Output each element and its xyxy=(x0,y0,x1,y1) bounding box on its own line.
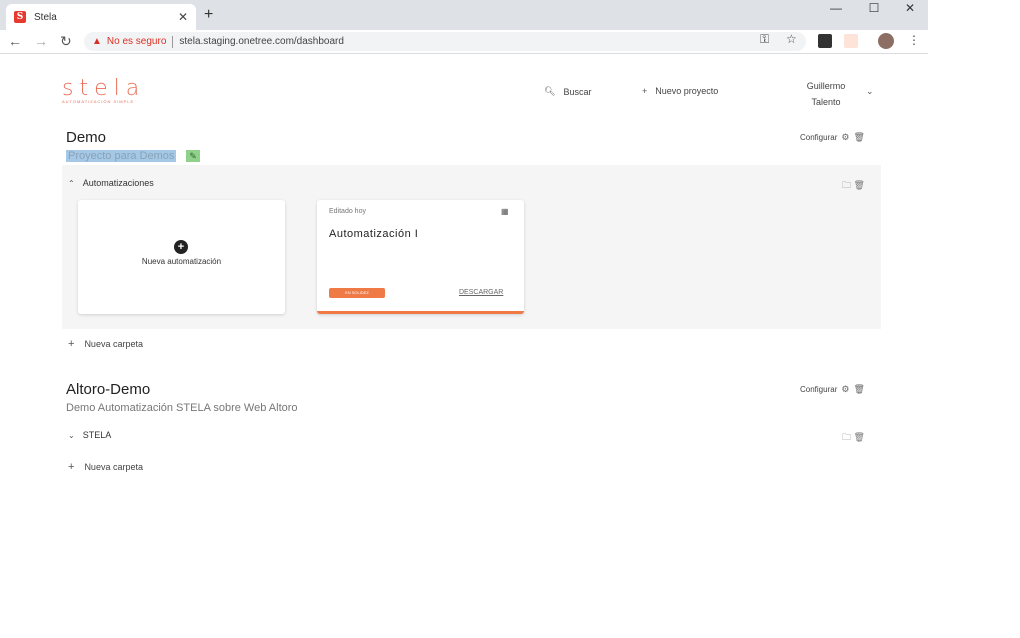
configure-label: Configurar xyxy=(800,385,838,394)
trash-icon[interactable]: 🗑︎ xyxy=(854,432,865,442)
project-description[interactable]: Proyecto para Demos xyxy=(66,150,177,162)
folder-actions: 🗀 🗑︎ xyxy=(842,430,865,446)
configure-label: Configurar xyxy=(800,133,838,142)
gear-icon: ⚙ xyxy=(841,132,850,142)
gear-icon: ⚙ xyxy=(841,384,850,394)
search-label: Buscar xyxy=(563,86,592,97)
folder-actions: 🗀 🗑︎ xyxy=(842,178,865,194)
new-folder-label: Nueva carpeta xyxy=(84,462,143,472)
divider xyxy=(172,35,174,48)
automation-name: Automatización I xyxy=(329,228,419,240)
plus-icon: + xyxy=(68,338,75,350)
folder-icon[interactable]: 🗀 xyxy=(842,432,851,442)
automation-card[interactable]: Editado hoy ▦ Automatización I EN SOLIDE… xyxy=(317,200,524,314)
plus-icon: + xyxy=(642,86,648,96)
folder-header[interactable]: ⌄ STELA xyxy=(68,430,111,440)
folder-icon[interactable]: 🗀 xyxy=(842,180,851,190)
extension-icon[interactable] xyxy=(844,34,858,48)
reload-icon[interactable]: ↻ xyxy=(60,33,72,50)
browser-toolbar: ← → ↻ ▲ No es seguro stela.staging.onetr… xyxy=(0,30,928,54)
security-label[interactable]: No es seguro xyxy=(107,36,166,47)
logo-text: stela xyxy=(62,76,146,101)
browser-menu-icon[interactable]: ⋮ xyxy=(908,33,920,47)
minimize-window-icon[interactable]: — xyxy=(818,0,854,20)
new-folder-button[interactable]: + Nueva carpeta xyxy=(68,338,143,350)
search-button[interactable]: 🔍︎ Buscar xyxy=(544,86,591,97)
browser-tab-strip: S Stela ✕ + — ☐ ✕ xyxy=(0,0,928,30)
folder-header[interactable]: ⌃ Automatizaciones xyxy=(68,178,154,188)
close-tab-icon[interactable]: ✕ xyxy=(178,10,188,24)
warning-icon: ▲ xyxy=(92,36,102,47)
maximize-window-icon[interactable]: ☐ xyxy=(856,0,892,20)
configure-button[interactable]: Configurar ⚙ 🗑︎ xyxy=(800,132,865,143)
edited-timestamp: Editado hoy xyxy=(329,208,366,215)
download-link[interactable]: DESCARGAR xyxy=(459,289,503,296)
project-description: Demo Automatización STELA sobre Web Alto… xyxy=(66,402,298,414)
calendar-icon[interactable]: ▦ xyxy=(501,207,509,216)
stela-logo[interactable]: stela AUTOMATIZACIÓN SIMPLE xyxy=(62,76,145,104)
configure-button[interactable]: Configurar ⚙ 🗑︎ xyxy=(800,384,865,395)
new-folder-label: Nueva carpeta xyxy=(84,339,143,349)
chevron-down-icon: ⌄ xyxy=(68,430,75,440)
browser-tab[interactable]: S Stela ✕ xyxy=(6,4,196,30)
folder-name: Automatizaciones xyxy=(82,178,154,188)
new-project-label: Nuevo proyecto xyxy=(655,86,719,96)
tab-title: Stela xyxy=(34,11,57,23)
forward-arrow-icon[interactable]: → xyxy=(34,33,48,49)
extension-icon[interactable] xyxy=(818,34,832,48)
back-arrow-icon[interactable]: ← xyxy=(8,33,22,49)
url-text[interactable]: stela.staging.onetree.com/dashboard xyxy=(179,36,344,47)
key-icon[interactable]: ⚿ xyxy=(760,32,769,47)
stela-favicon-icon: S xyxy=(14,11,26,23)
chevron-down-icon[interactable]: ⌄ xyxy=(866,86,874,97)
user-first-name: Guillermo xyxy=(806,81,846,91)
search-icon: 🔍︎ xyxy=(544,86,556,96)
plus-icon: + xyxy=(68,461,75,473)
address-bar[interactable]: ▲ No es seguro stela.staging.onetree.com… xyxy=(84,32,806,51)
chevron-up-icon: ⌃ xyxy=(68,178,75,188)
close-window-icon[interactable]: ✕ xyxy=(892,0,928,20)
trash-icon[interactable]: 🗑︎ xyxy=(853,132,864,143)
new-folder-button[interactable]: + Nueva carpeta xyxy=(68,461,143,473)
project-title: Demo xyxy=(66,129,107,146)
user-menu[interactable]: Guillermo Talento xyxy=(800,78,852,110)
new-tab-button[interactable]: + xyxy=(204,6,213,24)
trash-icon[interactable]: 🗑︎ xyxy=(853,384,864,395)
trash-icon[interactable]: 🗑︎ xyxy=(854,180,865,190)
logo-tagline: AUTOMATIZACIÓN SIMPLE xyxy=(62,99,135,104)
status-badge: EN SOLIDEZ xyxy=(329,288,385,298)
add-circle-icon: + xyxy=(174,240,188,254)
folder-name: STELA xyxy=(82,430,112,440)
profile-avatar[interactable] xyxy=(878,33,894,49)
user-last-name: Talento xyxy=(811,97,841,107)
new-automation-card[interactable]: + Nueva automatización xyxy=(78,200,285,314)
edit-icon[interactable]: ✎ xyxy=(186,150,200,162)
new-automation-label: Nueva automatización xyxy=(141,257,222,266)
project-title: Altoro-Demo xyxy=(66,381,151,398)
new-project-button[interactable]: + Nuevo proyecto xyxy=(642,86,718,96)
star-icon[interactable]: ☆ xyxy=(786,32,797,46)
